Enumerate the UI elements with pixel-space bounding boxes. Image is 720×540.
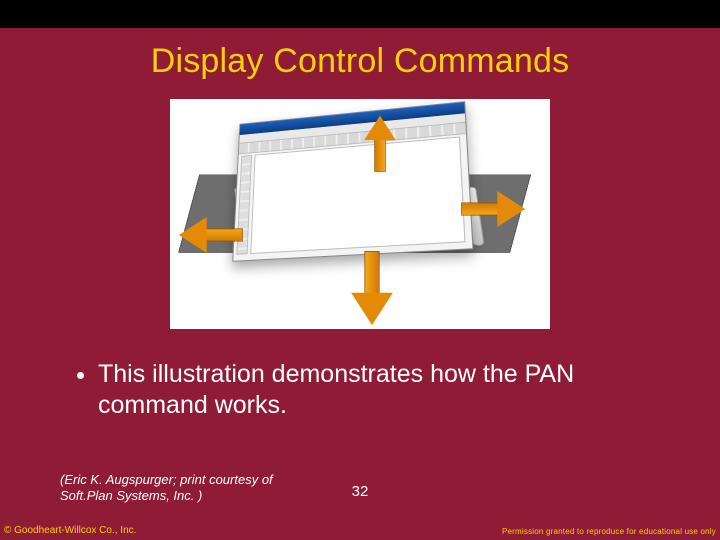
permission-line: Permission granted to reproduce for educ… xyxy=(502,527,716,536)
image-attribution: (Eric K. Augspurger; print courtesy of S… xyxy=(60,472,320,505)
cad-window xyxy=(232,101,473,262)
pan-arrow-up-icon xyxy=(364,114,396,172)
pan-arrow-down-icon xyxy=(351,251,393,327)
bullet-list: This illustration demonstrates how the P… xyxy=(80,359,660,422)
slide-number: 32 xyxy=(352,483,369,500)
cad-canvas xyxy=(250,136,465,254)
pan-arrow-right-icon xyxy=(461,191,527,227)
bullet-item: This illustration demonstrates how the P… xyxy=(98,359,660,422)
pan-arrow-left-icon xyxy=(177,217,243,253)
top-black-band xyxy=(0,0,720,28)
pan-illustration xyxy=(170,99,550,329)
slide-title: Display Control Commands xyxy=(0,42,720,81)
copyright-line: © Goodheart-Willcox Co., Inc. xyxy=(4,525,136,536)
